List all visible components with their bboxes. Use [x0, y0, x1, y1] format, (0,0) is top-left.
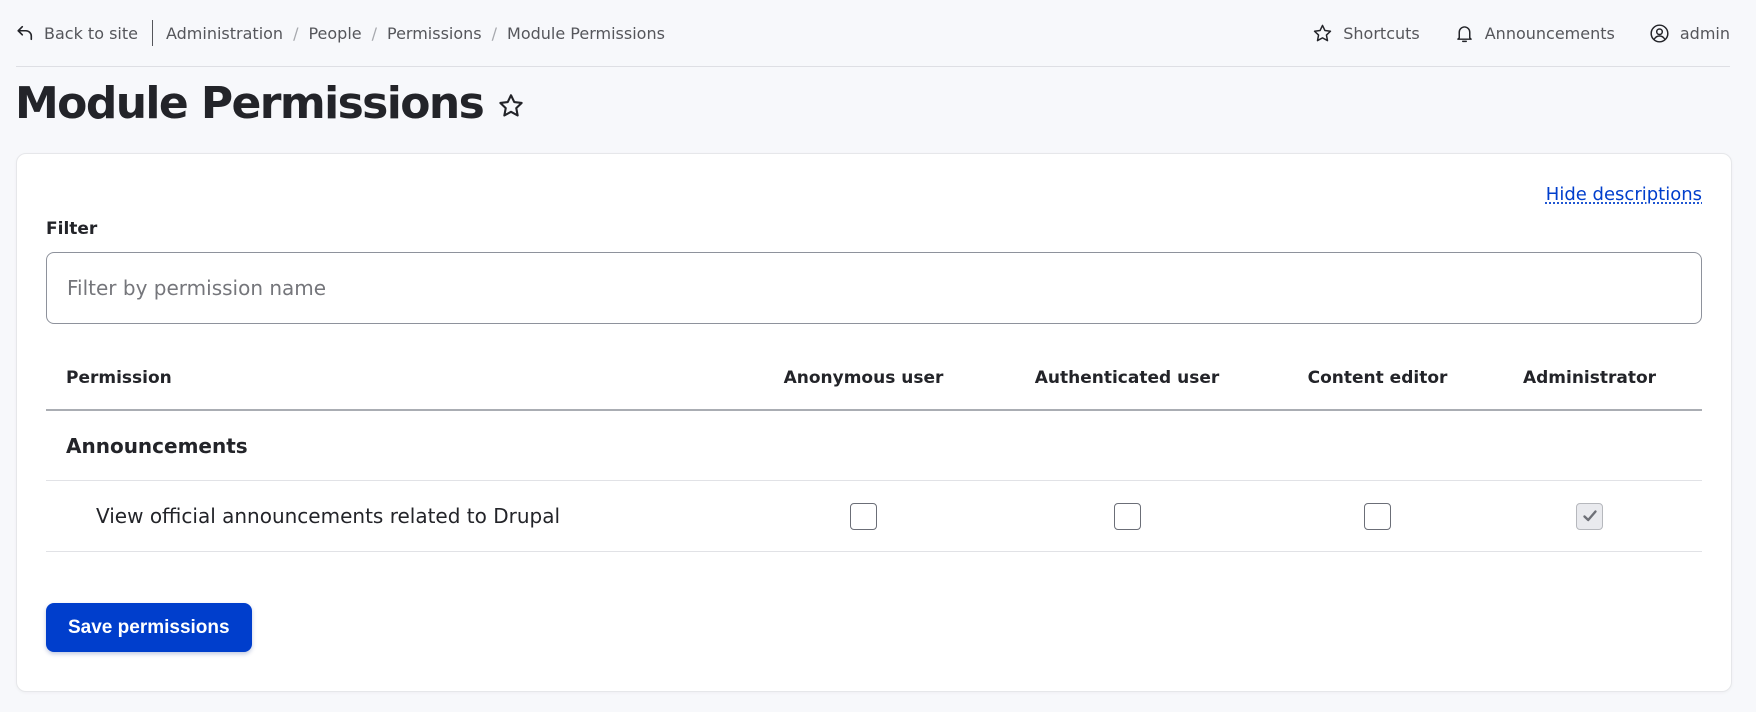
- column-header-content-editor: Content editor: [1307, 367, 1448, 388]
- checkbox-anonymous-user[interactable]: [850, 502, 877, 530]
- column-header-administrator: Administrator: [1522, 367, 1657, 388]
- favorite-star-icon[interactable]: [497, 92, 525, 120]
- bell-icon: [1456, 25, 1472, 42]
- back-to-site-label: Back to site: [44, 23, 138, 43]
- cell-authenticated-user: [976, 502, 1278, 530]
- cell-administrator: [1477, 502, 1702, 530]
- breadcrumb-separator: /: [371, 23, 377, 43]
- breadcrumb-module-permissions: Module Permissions: [507, 23, 665, 43]
- back-to-site-link[interactable]: Back to site: [16, 20, 153, 46]
- user-label: admin: [1679, 23, 1730, 43]
- user-circle-icon: [1650, 23, 1669, 43]
- breadcrumb-separator: /: [293, 23, 299, 43]
- star-icon: [1314, 24, 1332, 41]
- shortcuts-button[interactable]: Shortcuts: [1312, 23, 1420, 44]
- permission-name: View official announcements related to D…: [96, 504, 561, 528]
- breadcrumb-people[interactable]: People: [308, 24, 361, 43]
- cell-anonymous-user: [751, 502, 976, 530]
- toolbar-tools: Shortcuts Announcements admin: [1312, 23, 1730, 44]
- checkbox-authenticated-user[interactable]: [1113, 502, 1141, 530]
- breadcrumb-permissions[interactable]: Permissions: [387, 24, 482, 43]
- filter-label: Filter: [46, 219, 98, 239]
- column-header-anonymous-user: Anonymous user: [783, 367, 944, 388]
- breadcrumb-separator: /: [491, 23, 498, 43]
- page-header: Module Permissions: [15, 78, 525, 129]
- cell-content-editor: [1278, 502, 1477, 530]
- breadcrumb-administration[interactable]: Administration: [166, 24, 283, 43]
- filter-input[interactable]: [46, 252, 1702, 324]
- announcements-button[interactable]: Announcements: [1454, 23, 1615, 44]
- breadcrumb: Administration / People / Permissions / …: [166, 24, 665, 43]
- save-permissions-button[interactable]: Save permissions: [46, 603, 252, 652]
- column-header-authenticated-user: Authenticated user: [1034, 367, 1220, 388]
- announcements-label: Announcements: [1484, 23, 1615, 43]
- hide-descriptions-link[interactable]: Hide descriptions: [1546, 184, 1702, 205]
- checkbox-content-editor[interactable]: [1364, 502, 1391, 530]
- permission-group-name: Announcements: [66, 433, 248, 458]
- back-arrow-icon: [17, 25, 33, 41]
- checkmark-icon: [1582, 510, 1597, 522]
- checkbox-administrator: [1576, 502, 1603, 530]
- permissions-card: Hide descriptions Filter Permission Anon…: [16, 153, 1732, 692]
- table-row: View official announcements related to D…: [46, 481, 1702, 552]
- column-header-permission: Permission: [66, 367, 172, 388]
- shortcuts-label: Shortcuts: [1343, 23, 1420, 43]
- table-header: Permission Anonymous user Authenticated …: [46, 346, 1702, 411]
- permission-group-row: Announcements: [46, 411, 1702, 481]
- admin-toolbar: Back to site Administration / People / P…: [16, 0, 1730, 67]
- page-title: Module Permissions: [15, 78, 485, 129]
- permissions-table: Permission Anonymous user Authenticated …: [46, 346, 1702, 552]
- user-menu-button[interactable]: admin: [1649, 23, 1730, 44]
